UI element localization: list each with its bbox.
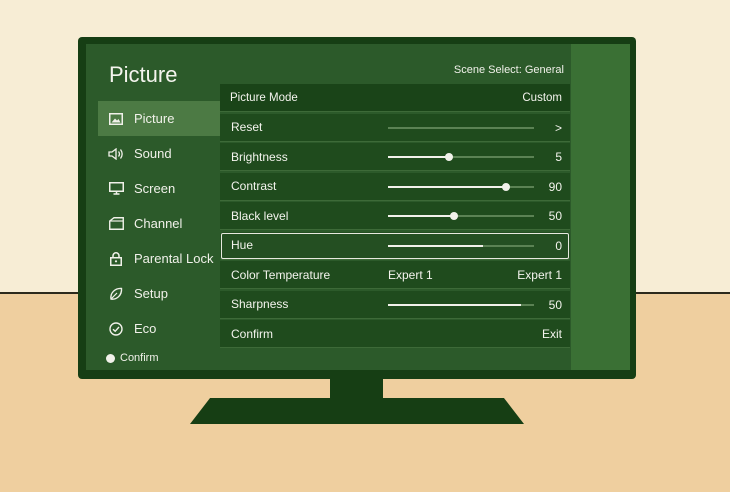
row-value: 90 bbox=[548, 179, 562, 194]
row-label: Confirm bbox=[231, 326, 274, 341]
row-value: Expert 1 bbox=[517, 268, 562, 282]
scene-select[interactable]: Scene Select: General bbox=[454, 64, 564, 76]
row-value: 50 bbox=[548, 209, 562, 223]
row-current-option: Expert 1 bbox=[388, 268, 433, 282]
page-title: Picture bbox=[109, 62, 178, 87]
confirm-row[interactable]: Confirm Exit bbox=[220, 320, 570, 348]
contrast-row[interactable]: Contrast 90 bbox=[220, 172, 570, 201]
sidebar-item-parental-lock[interactable]: Parental Lock bbox=[98, 241, 220, 276]
row-value: 50 bbox=[548, 297, 562, 312]
tv-stand-base bbox=[190, 398, 524, 424]
sidebar-item-picture[interactable]: Picture bbox=[98, 101, 220, 136]
sidebar-item-label: Eco bbox=[134, 321, 157, 336]
contrast-slider[interactable] bbox=[388, 182, 534, 191]
sidebar-item-label: Screen bbox=[134, 181, 176, 196]
right-panel bbox=[571, 44, 630, 370]
sidebar-item-eco[interactable]: Eco bbox=[98, 311, 220, 346]
lock-icon bbox=[108, 251, 124, 266]
leaf-icon bbox=[108, 287, 124, 301]
row-label: Reset bbox=[231, 120, 263, 134]
exit-button[interactable]: Exit bbox=[542, 320, 562, 348]
slider-fill bbox=[388, 156, 449, 158]
picture-mode-row[interactable]: Picture Mode Custom bbox=[220, 84, 570, 112]
color-temperature-row[interactable]: Color Temperature Expert 1 Expert 1 bbox=[220, 261, 570, 289]
brightness-row[interactable]: Brightness 5 bbox=[220, 143, 570, 171]
footer-hint: Confirm bbox=[106, 352, 159, 364]
sidebar-item-screen[interactable]: Screen bbox=[98, 171, 220, 206]
row-label: Black level bbox=[231, 208, 289, 223]
slider-fill bbox=[388, 185, 506, 188]
row-label: Hue bbox=[231, 238, 254, 252]
sidebar: Picture Sound Screen Channel Parental Lo… bbox=[98, 101, 220, 346]
brightness-slider[interactable] bbox=[388, 153, 534, 161]
row-label: Contrast bbox=[231, 179, 277, 193]
hue-row[interactable]: Hue 0 bbox=[220, 231, 570, 260]
sidebar-item-label: Setup bbox=[134, 286, 168, 301]
slider-knob[interactable] bbox=[450, 212, 458, 220]
reset-row[interactable]: Reset > bbox=[220, 113, 570, 142]
picture-icon bbox=[108, 112, 124, 125]
footer-label: Confirm bbox=[120, 352, 159, 364]
sharpness-row[interactable]: Sharpness 50 bbox=[220, 290, 570, 319]
sidebar-item-label: Picture bbox=[134, 111, 175, 126]
black-level-slider[interactable] bbox=[388, 212, 534, 220]
slider-knob[interactable] bbox=[445, 153, 453, 161]
sidebar-item-label: Channel bbox=[134, 216, 183, 231]
sharpness-slider[interactable] bbox=[388, 303, 534, 306]
sidebar-item-sound[interactable]: Sound bbox=[98, 136, 220, 171]
speaker-icon bbox=[108, 147, 124, 160]
row-label: Brightness bbox=[231, 149, 288, 164]
sidebar-item-label: Sound bbox=[134, 146, 172, 161]
row-label: Picture Mode bbox=[230, 91, 298, 104]
channel-icon bbox=[108, 217, 124, 230]
row-value: Custom bbox=[522, 92, 562, 104]
slider-fill bbox=[388, 303, 521, 306]
row-value: 5 bbox=[555, 150, 562, 164]
check-circle-icon bbox=[108, 321, 124, 336]
slider-knob[interactable] bbox=[502, 182, 510, 191]
monitor-icon bbox=[108, 182, 124, 195]
slider-fill bbox=[388, 215, 454, 217]
row-label: Color Temperature bbox=[231, 267, 331, 282]
row-label: Sharpness bbox=[231, 297, 289, 311]
chevron-right-icon: > bbox=[554, 120, 562, 135]
settings-menu: Picture Mode Custom Reset > Brightness 5… bbox=[220, 84, 570, 350]
slider-fill bbox=[388, 244, 483, 247]
row-value: 0 bbox=[555, 238, 562, 253]
reset-track bbox=[388, 126, 534, 129]
hue-slider[interactable] bbox=[388, 244, 534, 247]
sidebar-item-label: Parental Lock bbox=[134, 251, 214, 266]
confirm-dot-icon bbox=[106, 353, 115, 363]
black-level-row[interactable]: Black level 50 bbox=[220, 202, 570, 230]
sidebar-item-channel[interactable]: Channel bbox=[98, 206, 220, 241]
sidebar-item-setup[interactable]: Setup bbox=[98, 276, 220, 311]
